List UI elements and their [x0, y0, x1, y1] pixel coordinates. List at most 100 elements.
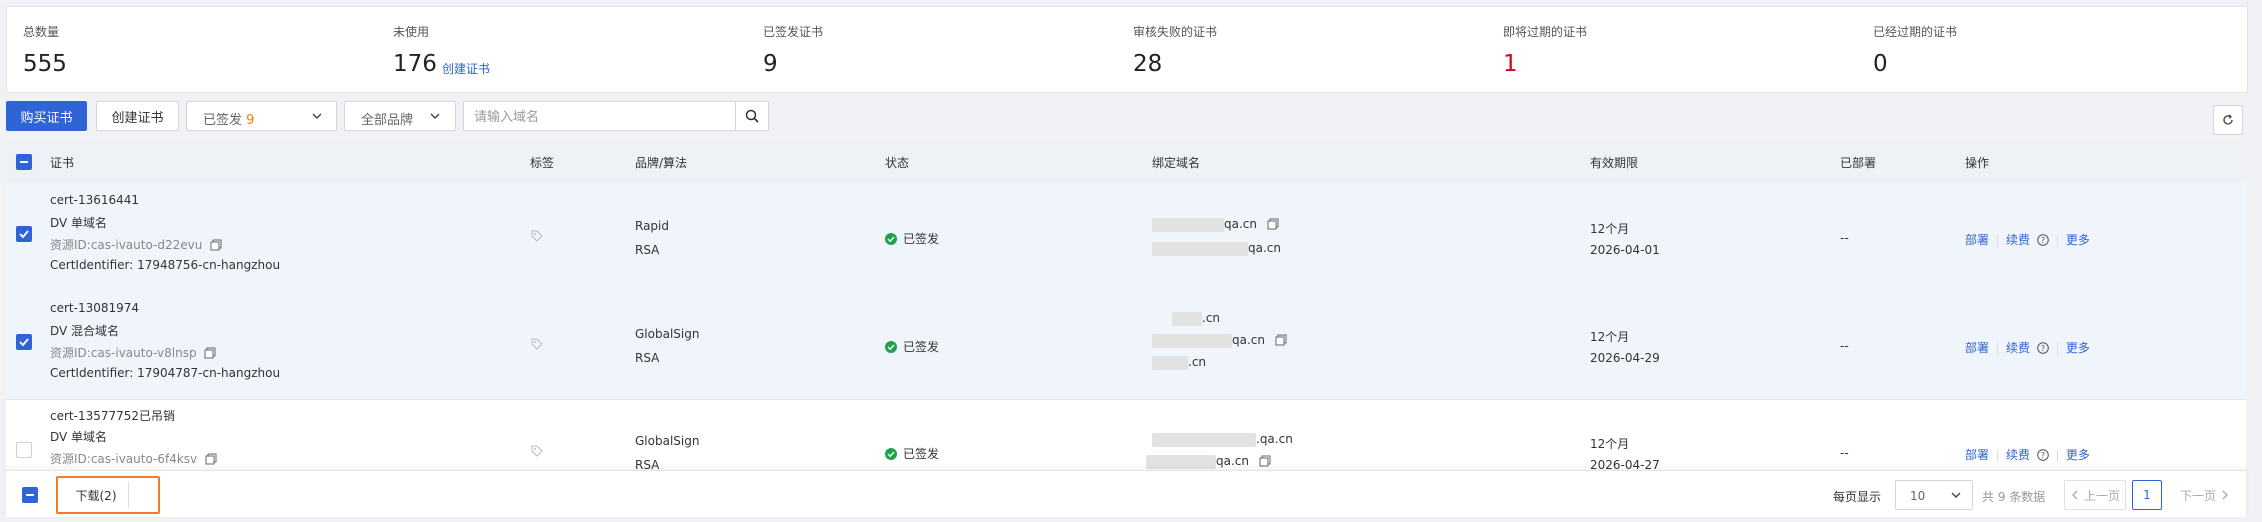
cert-name: cert-13616441: [50, 193, 140, 207]
table-row: cert-13081974 DV 混合域名 资源ID:cas-ivauto-v8…: [6, 291, 2246, 400]
select-all-checkbox[interactable]: [16, 154, 32, 170]
more-link[interactable]: 更多: [2066, 341, 2090, 355]
tag-icon[interactable]: [530, 444, 544, 458]
deployed-value: --: [1840, 446, 1849, 460]
check-circle-icon: [885, 448, 897, 460]
row-actions: 部署 续费 ? 更多: [1965, 446, 2090, 463]
help-icon[interactable]: ?: [2037, 342, 2049, 354]
renew-link[interactable]: 续费: [2006, 341, 2030, 355]
footer-select-all-checkbox[interactable]: [22, 487, 38, 503]
copy-icon[interactable]: [1259, 455, 1271, 467]
deployed-value: --: [1840, 231, 1849, 245]
col-tag: 标签: [530, 156, 555, 170]
cert-type: DV 混合域名: [50, 324, 120, 338]
chevron-right-icon: [2222, 490, 2228, 500]
col-actions: 操作: [1965, 156, 1990, 170]
stat-value: 1: [1503, 51, 1518, 77]
copy-icon[interactable]: [204, 347, 216, 359]
stat-value: 176: [393, 51, 437, 77]
bound-domain: qa.cn: [1152, 333, 1287, 348]
status-badge: 已签发: [885, 230, 939, 247]
expire-date: 2026-04-29: [1590, 351, 1660, 365]
cert-type: DV 单域名: [50, 216, 108, 230]
col-cert: 证书: [50, 156, 75, 170]
row-checkbox[interactable]: [16, 442, 32, 458]
domain-search: [463, 101, 769, 131]
svg-text:?: ?: [2041, 451, 2045, 460]
stat-value: 0: [1873, 51, 1888, 77]
row-actions: 部署 续费 ? 更多: [1965, 339, 2090, 356]
stat-label: 审核失败的证书: [1133, 25, 1218, 39]
copy-icon[interactable]: [1275, 334, 1287, 346]
cert-resource-id: 资源ID:cas-ivauto-d22evu: [50, 236, 222, 253]
col-deployed: 已部署: [1840, 156, 1877, 170]
chevron-left-icon: [2072, 490, 2078, 500]
deploy-link[interactable]: 部署: [1965, 233, 1989, 247]
cert-resource-id: 资源ID:cas-ivauto-v8lnsp: [50, 344, 216, 361]
stat-label: 已经过期的证书: [1873, 25, 1958, 39]
renew-link[interactable]: 续费: [2006, 233, 2030, 247]
col-brand: 品牌/算法: [635, 156, 688, 170]
bound-domain: .cn: [1172, 311, 1220, 326]
stat-label: 总数量: [23, 25, 60, 39]
deployed-value: --: [1840, 339, 1849, 353]
cert-resource-id: 资源ID:cas-ivauto-6f4ksv: [50, 450, 217, 467]
copy-icon[interactable]: [205, 453, 217, 465]
search-icon: [745, 109, 759, 123]
download-button[interactable]: 下载(2): [64, 482, 129, 508]
status-badge: 已签发: [885, 445, 939, 462]
search-button[interactable]: [735, 102, 768, 130]
refresh-button[interactable]: [2213, 105, 2243, 135]
tag-icon[interactable]: [530, 229, 544, 243]
more-link[interactable]: 更多: [2066, 448, 2090, 462]
status-filter-value: 已签发 9: [203, 113, 255, 128]
bound-domain: .cn: [1152, 355, 1206, 370]
stat-value: 28: [1133, 51, 1163, 77]
deploy-link[interactable]: 部署: [1965, 341, 1989, 355]
create-cert-link[interactable]: 创建证书: [442, 60, 490, 77]
brand-filter-select[interactable]: 全部品牌: [344, 101, 456, 131]
chevron-down-icon: [312, 113, 322, 119]
cert-algo: RSA: [635, 351, 660, 365]
batch-footer: 下载(2) 每页显示 10 共 9 条数据 上一页 1 下一页: [6, 470, 2246, 517]
status-badge: 已签发: [885, 338, 939, 355]
copy-icon[interactable]: [210, 239, 222, 251]
row-checkbox[interactable]: [16, 226, 32, 242]
validity-period: 12个月: [1590, 222, 1630, 236]
cert-table: 证书 标签 品牌/算法 状态 绑定域名 有效期限 已部署 操作 cert-136…: [6, 141, 2246, 473]
col-status: 状态: [885, 156, 910, 170]
svg-text:?: ?: [2041, 344, 2045, 353]
cert-identifier: CertIdentifier: 17948756-cn-hangzhou: [50, 258, 281, 272]
buy-cert-button[interactable]: 购买证书: [6, 101, 87, 131]
download-highlight: 下载(2): [56, 476, 160, 514]
cert-name: cert-13081974: [50, 301, 140, 315]
current-page[interactable]: 1: [2132, 480, 2162, 510]
prev-page-button[interactable]: 上一页: [2064, 480, 2126, 510]
tag-icon[interactable]: [530, 337, 544, 351]
table-header: 证书 标签 品牌/算法 状态 绑定域名 有效期限 已部署 操作: [6, 141, 2246, 183]
help-icon[interactable]: ?: [2037, 449, 2049, 461]
per-page-label: 每页显示: [1833, 490, 1882, 504]
row-checkbox[interactable]: [16, 334, 32, 350]
domain-search-input[interactable]: [472, 106, 726, 128]
validity-period: 12个月: [1590, 437, 1630, 451]
status-filter-select[interactable]: 已签发 9: [186, 101, 337, 131]
next-page-button[interactable]: 下一页: [2170, 480, 2240, 510]
create-cert-button[interactable]: 创建证书: [96, 101, 179, 131]
table-row: cert-13616441 DV 单域名 资源ID:cas-ivauto-d22…: [6, 183, 2246, 292]
deploy-link[interactable]: 部署: [1965, 448, 1989, 462]
page-size-select[interactable]: 10: [1895, 480, 1973, 510]
help-icon[interactable]: ?: [2037, 234, 2049, 246]
bound-domain: qa.cn: [1152, 217, 1279, 232]
stat-value: 9: [763, 51, 778, 77]
svg-text:?: ?: [2041, 236, 2045, 245]
stat-label: 即将过期的证书: [1503, 25, 1588, 39]
brand-filter-value: 全部品牌: [361, 113, 414, 128]
check-circle-icon: [885, 341, 897, 353]
stat-label: 未使用: [393, 25, 430, 39]
copy-icon[interactable]: [1267, 218, 1279, 230]
total-count: 共 9 条数据: [1982, 490, 2046, 504]
renew-link[interactable]: 续费: [2006, 448, 2030, 462]
more-link[interactable]: 更多: [2066, 233, 2090, 247]
stat-label: 已签发证书: [763, 25, 824, 39]
